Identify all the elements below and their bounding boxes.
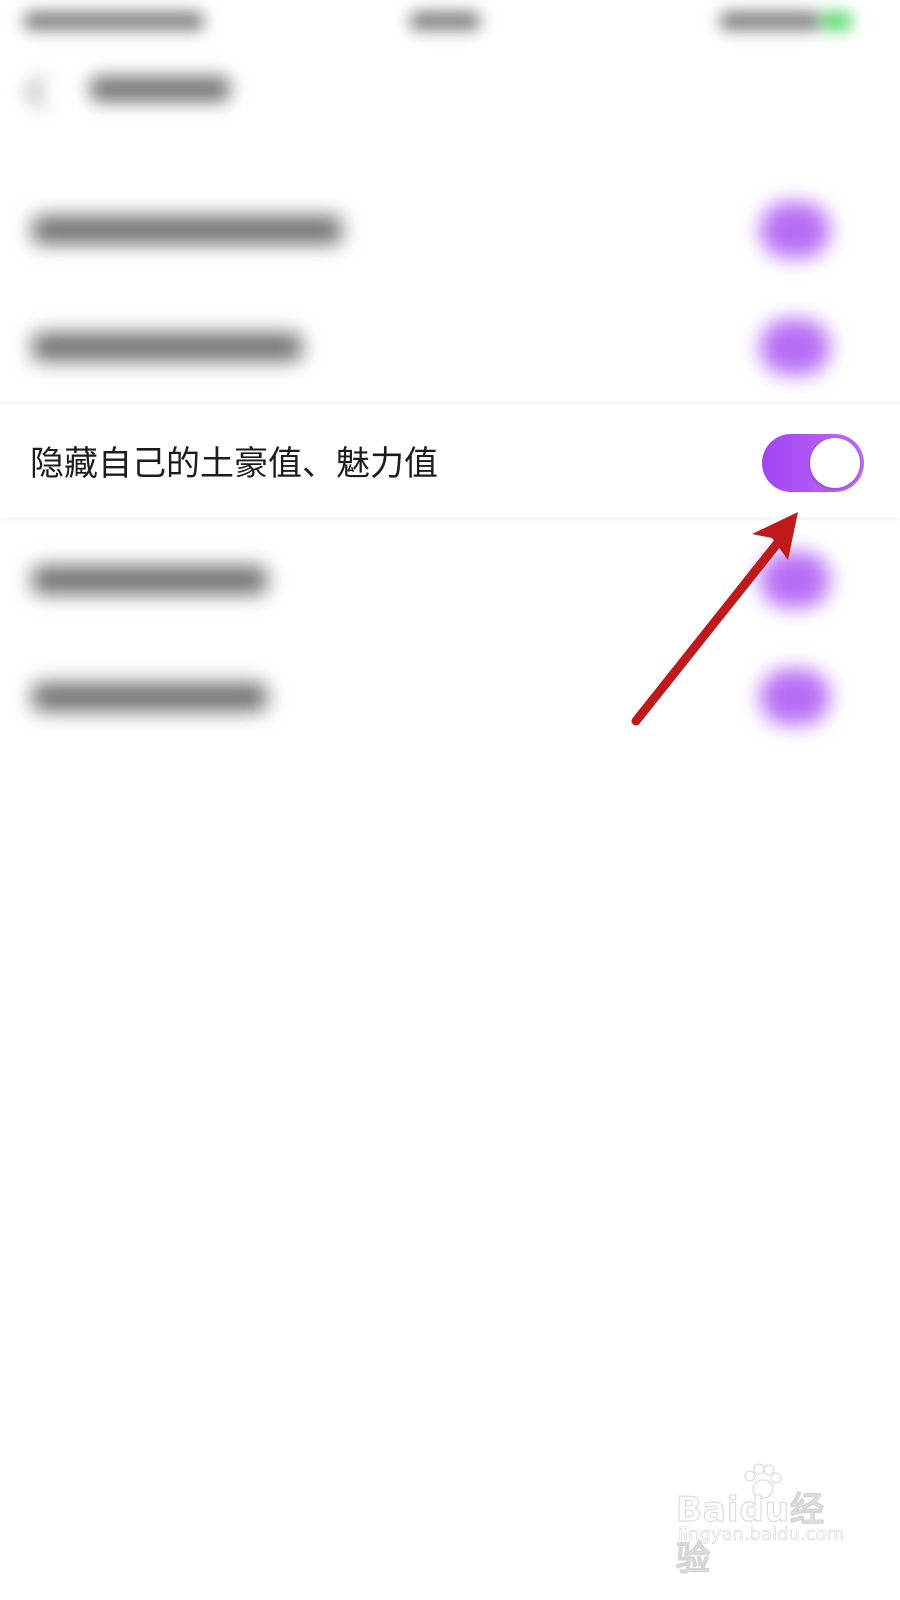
status-time: [410, 12, 480, 30]
row-divider: [0, 518, 900, 520]
watermark-url: jingyan.baidu.com: [678, 1524, 845, 1546]
toggle-switch-blurred[interactable]: [760, 669, 830, 725]
toggle-switch-blurred[interactable]: [760, 319, 830, 375]
status-bar: [0, 0, 900, 48]
baidu-jingyan-watermark: Baidu经验 jingyan.baidu.com: [672, 1462, 852, 1580]
toggle-knob: [810, 438, 860, 488]
nav-bar: [0, 60, 900, 120]
setting-row-hide-values[interactable]: 隐藏自己的土豪值、魅力值: [0, 420, 900, 510]
back-icon[interactable]: [25, 75, 59, 109]
settings-screen: 隐藏自己的土豪值、魅力值 Baidu经验 jingyan.baidu.com: [0, 0, 900, 1600]
toggle-switch-blurred[interactable]: [760, 202, 830, 258]
setting-row-label-blurred: [32, 566, 267, 594]
page-title: [90, 76, 230, 102]
status-indicators: [720, 12, 820, 30]
setting-row-blurred[interactable]: [0, 655, 900, 735]
setting-row-blurred[interactable]: [0, 305, 900, 385]
setting-row-label-blurred: [32, 683, 267, 711]
toggle-switch-blurred[interactable]: [760, 552, 830, 608]
hide-values-toggle[interactable]: [762, 434, 864, 492]
setting-row-blurred[interactable]: [0, 538, 900, 618]
setting-row-label: 隐藏自己的土豪值、魅力值: [30, 444, 438, 484]
setting-row-label-blurred: [32, 216, 342, 244]
setting-row-blurred[interactable]: [0, 188, 900, 268]
status-carrier: [24, 12, 204, 30]
setting-row-label-blurred: [32, 333, 302, 361]
row-divider: [0, 402, 900, 404]
battery-icon: [822, 12, 852, 30]
